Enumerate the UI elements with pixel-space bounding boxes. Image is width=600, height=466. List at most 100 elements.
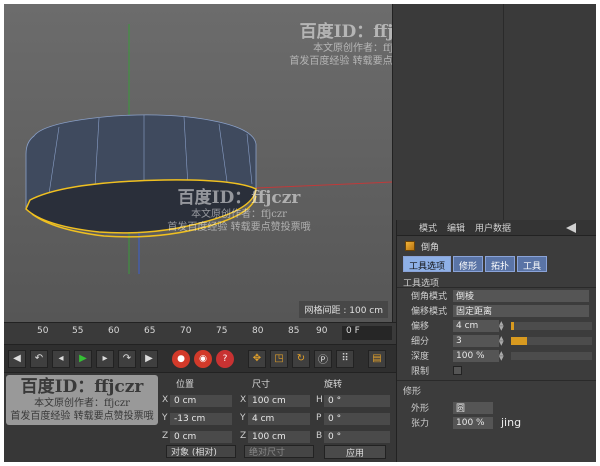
attribute-tabs: 工具选项 修形 拓扑 工具	[397, 256, 596, 272]
rotation-track-icon[interactable]: ↻	[292, 349, 310, 368]
coordinate-manager: 位置 尺寸 旋转 X 0 cm Y -13 cm Z 0 cm X 100 cm…	[4, 372, 396, 462]
depth-field[interactable]: 100 %	[453, 349, 499, 362]
keyframe-selection-icon[interactable]: ?	[216, 349, 234, 368]
subdivision-field[interactable]: 3	[453, 334, 499, 347]
depth-slider[interactable]	[511, 351, 592, 360]
position-y-axis: Y	[162, 413, 168, 423]
offset-mode-row: 偏移模式 固定距离	[397, 303, 596, 318]
timeline-tick: 90	[316, 326, 328, 336]
bevel-mode-row: 倒角模式 倒棱	[397, 288, 596, 303]
size-x-field[interactable]: 100 cm	[248, 395, 310, 407]
size-y-field[interactable]: 4 cm	[248, 413, 310, 425]
timeline-window-icon[interactable]: ▤	[368, 349, 386, 368]
tab-tool-options[interactable]: 工具选项	[403, 256, 452, 272]
rotation-b-axis: B	[316, 431, 323, 441]
watermark-bottom: 百度ID：ffjczr 本文原创作者：ffjczr 首发百度经验 转载要点赞投票…	[6, 375, 158, 426]
watermark-line2: 首发百度经验 转载要点赞投票哦	[10, 410, 154, 422]
position-x-field[interactable]: 0 cm	[170, 395, 232, 407]
tab-tool[interactable]: 工具	[517, 256, 548, 272]
object-name: 倒角	[421, 242, 440, 253]
tension-row: 张力 100 % jing	[397, 415, 596, 430]
attribute-manager: 模式 编辑 用户数据 倒角 工具选项 修形 拓扑 工具 工具选项 倒角模式 倒棱…	[396, 220, 596, 462]
parameter-track-icon[interactable]: Ⓟ	[314, 349, 332, 368]
position-z-field[interactable]: 0 cm	[170, 431, 232, 443]
next-frame-icon[interactable]: ▸	[96, 349, 114, 368]
tab-topology[interactable]: 拓扑	[485, 256, 516, 272]
watermark-center: 百度ID：ffjczr 本文原创作者：ffjczr 首发百度经验 转载要点赞投票…	[164, 188, 314, 234]
shape-row: 外形 圆	[397, 400, 596, 415]
section-title: 工具选项	[397, 272, 596, 289]
rotation-header: 旋转	[324, 380, 343, 390]
timeline-tick: 70	[180, 326, 192, 336]
rotation-b-field[interactable]: 0 °	[324, 431, 390, 443]
position-track-icon[interactable]: ✥	[248, 349, 266, 368]
coordinate-mode-select[interactable]: 对象 (相对)	[166, 445, 236, 458]
subdivision-row: 细分 3 ▲ ▼	[397, 333, 596, 348]
watermark-title: 百度ID：ffjczr	[20, 377, 144, 397]
size-z-field[interactable]: 100 cm	[248, 431, 310, 443]
shape-select[interactable]: 圆	[453, 401, 493, 414]
next-key-icon[interactable]: ↷	[118, 349, 136, 368]
menu-user-data[interactable]: 用户数据	[475, 221, 511, 234]
rotation-h-field[interactable]: 0 °	[324, 395, 390, 407]
offset-stepper-icon[interactable]: ▲ ▼	[499, 320, 507, 331]
offset-row: 偏移 4 cm ▲ ▼	[397, 318, 596, 333]
limit-checkbox[interactable]	[453, 366, 462, 375]
timeline-tick: 55	[72, 326, 84, 336]
limit-label: 限制	[411, 367, 430, 377]
go-to-start-icon[interactable]: ◀	[8, 349, 26, 368]
tab-shaping[interactable]: 修形	[453, 256, 484, 272]
apply-button[interactable]: 应用	[324, 445, 386, 459]
prev-frame-icon[interactable]: ◂	[52, 349, 70, 368]
timeline-tick: 65	[144, 326, 156, 336]
cinema4d-window: 百度ID：ffjczr 本文原创作者：ffjczr 首发百度经验 转载要点赞投票…	[4, 4, 596, 462]
bevel-tool-icon	[405, 241, 415, 251]
rotation-p-axis: P	[316, 413, 322, 423]
prev-key-icon[interactable]: ↶	[30, 349, 48, 368]
timeline-ruler[interactable]: 50 55 60 65 70 75 80 85 90 0 F	[4, 322, 396, 344]
position-y-field[interactable]: -13 cm	[170, 413, 232, 425]
position-header: 位置	[176, 380, 195, 390]
offset-field[interactable]: 4 cm	[453, 319, 499, 332]
current-frame-field[interactable]: 0 F	[342, 326, 392, 340]
size-y-axis: Y	[240, 413, 246, 423]
size-x-axis: X	[240, 395, 247, 405]
shape-label: 外形	[411, 404, 430, 414]
offset-mode-label: 偏移模式	[411, 307, 448, 317]
bevel-mode-select[interactable]: 倒棱	[453, 289, 589, 302]
limit-row: 限制	[397, 363, 596, 378]
timeline-tick: 50	[37, 326, 49, 336]
bevel-mode-label: 倒角模式	[411, 292, 448, 302]
corner-watermark-text: jing	[501, 416, 522, 429]
watermark-title: 百度ID：ffjczr	[299, 22, 392, 42]
size-mode-select[interactable]: 绝对尺寸	[244, 445, 314, 458]
subdivision-label: 细分	[411, 337, 430, 347]
scale-track-icon[interactable]: ◳	[270, 349, 288, 368]
subdivision-slider-fill	[511, 336, 528, 345]
offset-mode-select[interactable]: 固定距离	[453, 304, 589, 317]
auto-keyframe-icon[interactable]: ◉	[194, 349, 212, 368]
play-icon[interactable]: ▶	[74, 349, 92, 368]
subdivision-slider[interactable]	[511, 336, 592, 345]
watermark-line2: 首发百度经验 转载要点赞投票哦	[289, 55, 392, 67]
transport-bar: ◀ ↶ ◂ ▶ ▸ ↷ ▶ ● ◉ ? ✥ ◳ ↻ Ⓟ ⠿ ▤	[4, 344, 396, 372]
go-to-end-icon[interactable]: ▶	[140, 349, 158, 368]
offset-slider[interactable]	[511, 321, 592, 330]
size-header: 尺寸	[252, 380, 271, 390]
tension-field[interactable]: 100 %	[453, 416, 493, 429]
rotation-p-field[interactable]: 0 °	[324, 413, 390, 425]
viewport[interactable]: 百度ID：ffjczr 本文原创作者：ffjczr 首发百度经验 转载要点赞投票…	[4, 4, 392, 322]
record-keyframe-icon[interactable]: ●	[172, 349, 190, 368]
back-arrow-icon[interactable]	[566, 223, 576, 233]
subdivision-stepper-icon[interactable]: ▲ ▼	[499, 335, 507, 346]
point-level-icon[interactable]: ⠿	[336, 349, 354, 368]
offset-label: 偏移	[411, 322, 430, 332]
watermark-line1: 本文原创作者：ffjczr	[191, 209, 287, 221]
timeline-tick: 60	[108, 326, 120, 336]
depth-stepper-icon[interactable]: ▲ ▼	[499, 350, 507, 361]
watermark-line1: 本文原创作者：ffjczr	[34, 398, 130, 410]
menu-mode[interactable]: 模式	[419, 221, 437, 234]
depth-row: 深度 100 % ▲ ▼	[397, 348, 596, 363]
depth-label: 深度	[411, 352, 430, 362]
menu-edit[interactable]: 编辑	[447, 221, 465, 234]
